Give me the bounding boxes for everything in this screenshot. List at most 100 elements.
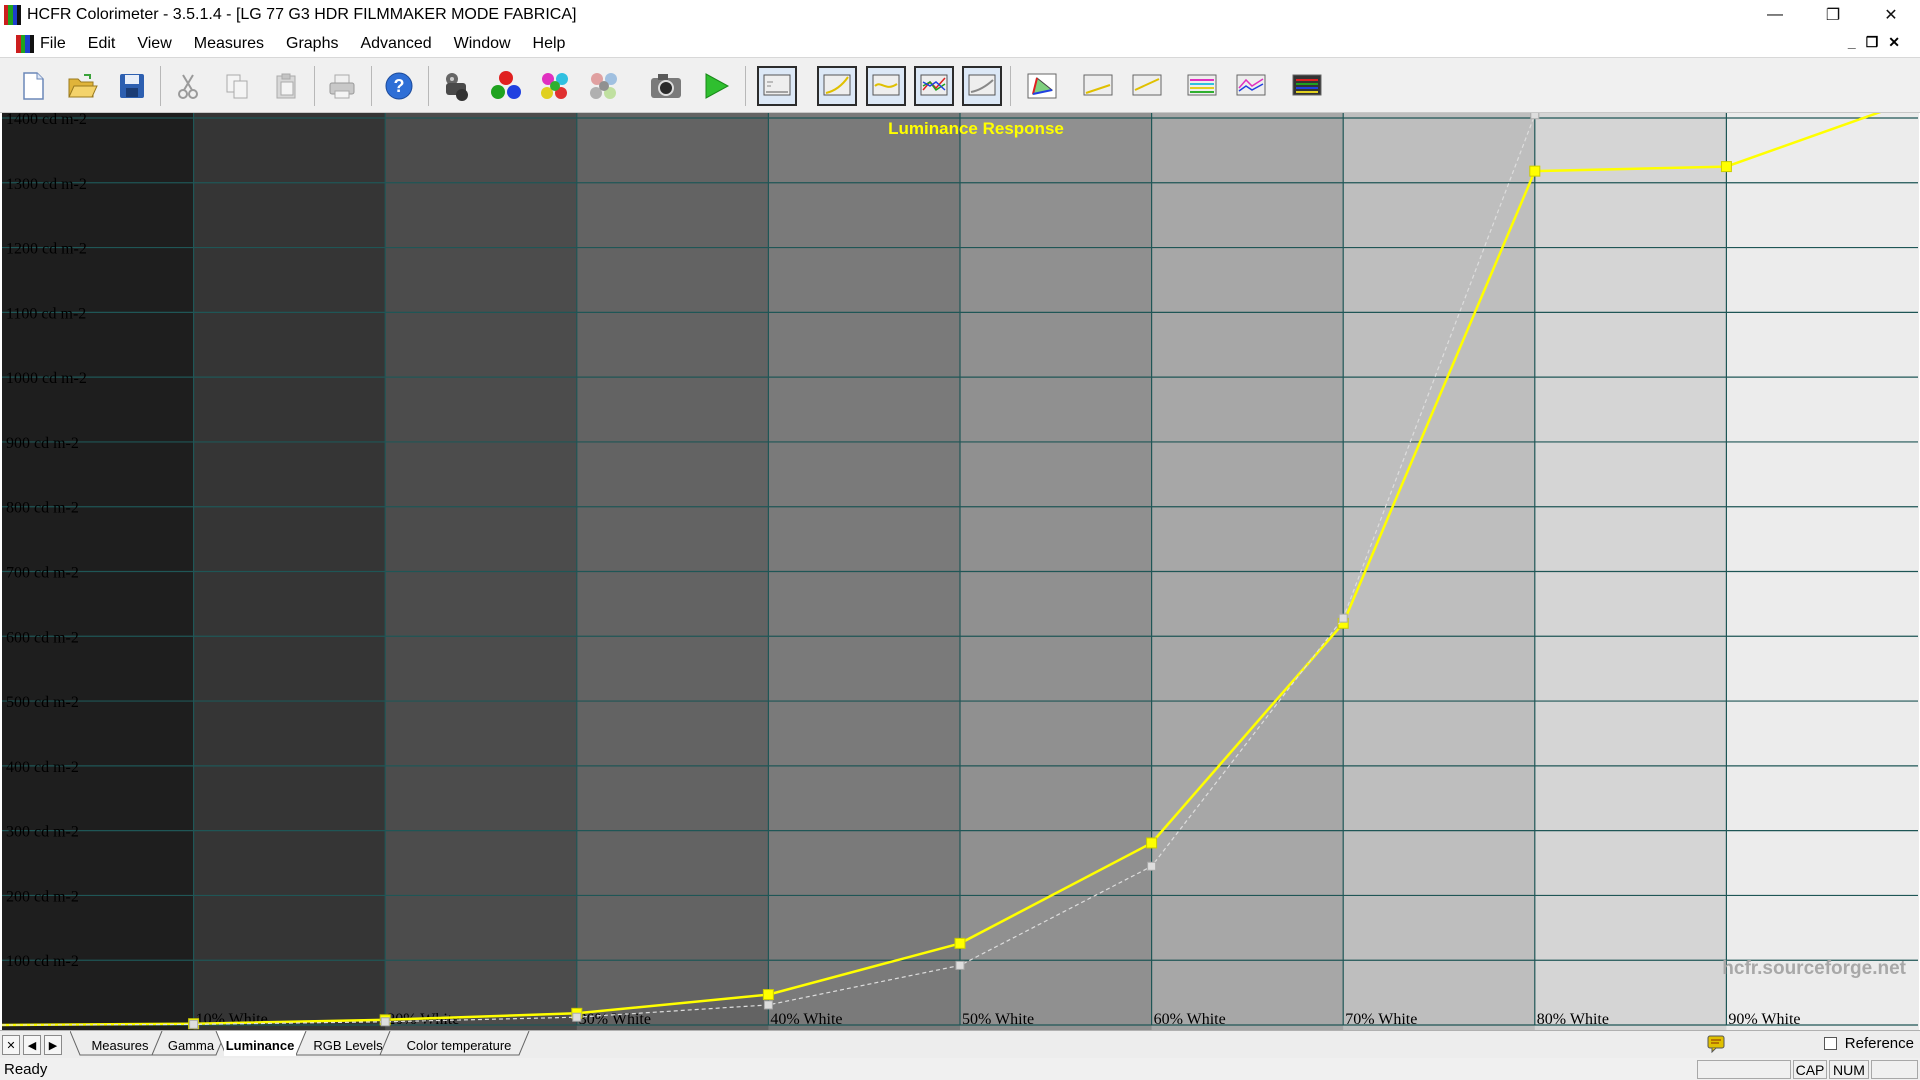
reference-data-point xyxy=(572,1012,582,1022)
tab-luminance[interactable]: Luminance xyxy=(224,1034,296,1056)
rgb-balls-icon[interactable] xyxy=(486,66,526,106)
menu-window[interactable]: Window xyxy=(454,35,511,53)
cut-icon[interactable] xyxy=(168,66,208,106)
reference-data-point xyxy=(955,960,965,970)
menu-measures[interactable]: Measures xyxy=(194,35,264,53)
x-tick-label: 70% White xyxy=(1345,1011,1417,1028)
tab-gamma[interactable]: Gamma xyxy=(160,1034,222,1056)
mdi-minimize-button[interactable]: _ xyxy=(1848,34,1856,51)
reference-data-point xyxy=(189,1019,199,1029)
graph-near-black-icon[interactable] xyxy=(1078,66,1118,106)
measured-data-point xyxy=(762,989,774,1001)
color-balls-icon[interactable] xyxy=(535,66,575,106)
menu-advanced[interactable]: Advanced xyxy=(360,35,431,53)
reference-checkbox[interactable] xyxy=(1823,1037,1837,1050)
y-tick-label: 1000 cd m-2 xyxy=(6,370,87,387)
status-bar: Ready CAP NUM xyxy=(0,1058,1920,1080)
y-tick-label: 1200 cd m-2 xyxy=(6,241,87,258)
y-tick-label: 300 cd m-2 xyxy=(6,824,79,841)
menu-graphs[interactable]: Graphs xyxy=(286,35,338,53)
reference-toggle[interactable]: Reference xyxy=(1823,1035,1914,1052)
reference-data-point xyxy=(763,1000,773,1010)
tab-bar: ✕ ◀ ▶ Measures Gamma Luminance RGB Level… xyxy=(0,1030,1920,1058)
y-tick-label: 800 cd m-2 xyxy=(6,500,79,517)
graph-saturation-luma-icon[interactable] xyxy=(1182,66,1222,106)
gray-balls-icon[interactable] xyxy=(584,66,624,106)
y-tick-label: 700 cd m-2 xyxy=(6,565,79,582)
x-tick-label: 40% White xyxy=(770,1011,842,1028)
reference-data-point xyxy=(380,1017,390,1027)
y-tick-label: 900 cd m-2 xyxy=(6,435,79,452)
menu-edit[interactable]: Edit xyxy=(88,35,116,53)
measured-data-point xyxy=(1146,837,1158,849)
print-icon[interactable] xyxy=(322,66,362,106)
measured-data-point xyxy=(1720,161,1732,173)
menu-file[interactable]: File xyxy=(40,35,66,53)
close-button[interactable]: ✕ xyxy=(1862,0,1920,30)
reference-data-point xyxy=(1147,861,1157,871)
y-tick-label: 200 cd m-2 xyxy=(6,888,79,905)
graph-saturation-shift-icon[interactable] xyxy=(1231,66,1271,106)
restore-button[interactable]: ❐ xyxy=(1804,0,1862,30)
graph-colortemp-icon[interactable] xyxy=(914,66,954,106)
y-tick-label: 100 cd m-2 xyxy=(6,953,79,970)
paste-icon[interactable] xyxy=(266,66,306,106)
mdi-close-button[interactable]: ✕ xyxy=(1888,34,1900,51)
measured-data-point xyxy=(954,937,966,949)
copy-icon[interactable] xyxy=(217,66,257,106)
reference-data-point xyxy=(1338,613,1348,623)
help-icon[interactable]: ? xyxy=(379,66,419,106)
x-tick-label: 90% White xyxy=(1728,1011,1800,1028)
reference-data-point xyxy=(1530,113,1540,120)
open-folder-icon[interactable] xyxy=(62,66,102,106)
tab-next-button[interactable]: ▶ xyxy=(44,1035,62,1055)
graph-cie-icon[interactable] xyxy=(962,66,1002,106)
chat-bubble-icon[interactable] xyxy=(1707,1035,1727,1053)
luminance-response-graph: 100 cd m-2 200 cd m-2 300 cd m-2 400 cd m-2… xyxy=(1,113,1919,1030)
document-icon[interactable] xyxy=(16,34,34,53)
graph-rgb-icon[interactable] xyxy=(866,66,906,106)
y-tick-label: 1300 cd m-2 xyxy=(6,176,87,193)
graph-gamma-icon[interactable] xyxy=(817,66,857,106)
status-panel-scrl xyxy=(1871,1060,1918,1079)
reference-label: Reference xyxy=(1844,1035,1914,1052)
title-bar: HCFR Colorimeter - 3.5.1.4 - [LG 77 G3 H… xyxy=(0,0,1920,30)
camera-icon[interactable] xyxy=(646,66,686,106)
tab-measures[interactable]: Measures xyxy=(80,1034,160,1056)
y-tick-label: 500 cd m-2 xyxy=(6,694,79,711)
sensor-icon[interactable] xyxy=(436,66,476,106)
x-tick-label: 60% White xyxy=(1154,1011,1226,1028)
cie-diagram-icon[interactable] xyxy=(1022,66,1062,106)
measured-data-point xyxy=(1529,165,1541,177)
tab-color-temperature[interactable]: Color temperature xyxy=(392,1034,526,1056)
y-tick-label: 1100 cd m-2 xyxy=(6,305,86,322)
graph-near-white-icon[interactable] xyxy=(1127,66,1167,106)
tab-prev-button[interactable]: ◀ xyxy=(23,1035,41,1055)
new-document-icon[interactable] xyxy=(13,66,53,106)
menu-help[interactable]: Help xyxy=(533,35,566,53)
status-panel-empty xyxy=(1697,1060,1791,1079)
graph-luminance-icon[interactable] xyxy=(757,66,797,106)
play-icon[interactable] xyxy=(696,66,736,106)
window-title: HCFR Colorimeter - 3.5.1.4 - [LG 77 G3 H… xyxy=(27,6,577,23)
x-tick-label: 50% White xyxy=(962,1011,1034,1028)
cap-indicator: CAP xyxy=(1793,1060,1827,1079)
tab-rgb-levels[interactable]: RGB Levels xyxy=(306,1034,390,1056)
y-tick-label: 1400 cd m-2 xyxy=(6,113,87,128)
x-tick-label: 10% White xyxy=(196,1011,268,1028)
mdi-restore-button[interactable]: ❐ xyxy=(1866,34,1879,51)
menu-bar: File Edit View Measures Graphs Advanced … xyxy=(0,30,1920,57)
x-tick-label: 80% White xyxy=(1537,1011,1609,1028)
menu-view[interactable]: View xyxy=(137,35,171,53)
num-indicator: NUM xyxy=(1829,1060,1869,1079)
app-icon xyxy=(4,5,21,25)
y-tick-label: 400 cd m-2 xyxy=(6,759,79,776)
tab-close-button[interactable]: ✕ xyxy=(2,1035,20,1055)
watermark-text: hcfr.sourceforge.net xyxy=(1722,958,1906,979)
status-text: Ready xyxy=(4,1061,48,1078)
save-disk-icon[interactable] xyxy=(112,66,152,106)
y-tick-label: 600 cd m-2 xyxy=(6,629,79,646)
graph-color-comparator-icon[interactable] xyxy=(1287,66,1327,106)
minimize-button[interactable]: — xyxy=(1746,0,1804,30)
chart-title: Luminance Response xyxy=(888,119,1064,138)
